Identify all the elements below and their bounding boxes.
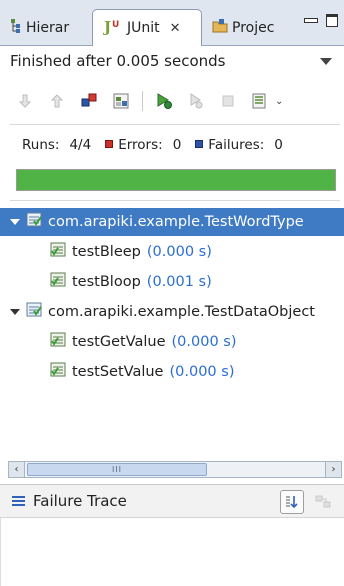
tree-suite-row[interactable]: com.arapiki.example.TestWordType bbox=[0, 208, 344, 236]
svg-text:U: U bbox=[112, 20, 119, 30]
progress-bar bbox=[16, 169, 336, 191]
failures-label: Failures: bbox=[208, 137, 265, 153]
chevron-down-icon[interactable]: ⌄ bbox=[275, 96, 283, 107]
window-controls bbox=[304, 14, 338, 27]
test-case-icon bbox=[50, 272, 68, 292]
test-name: testGetValue bbox=[72, 334, 166, 350]
rerun-failed-first-icon[interactable] bbox=[185, 90, 207, 112]
progress-fill bbox=[17, 170, 335, 190]
failure-trace-header: Failure Trace bbox=[0, 484, 344, 518]
suite-name: com.arapiki.example.TestDataObject bbox=[48, 304, 315, 320]
toolbar-separator bbox=[142, 91, 143, 111]
tab-junit-label: JUnit bbox=[127, 20, 160, 36]
test-suite-icon bbox=[26, 302, 44, 322]
test-suite-icon bbox=[26, 212, 44, 232]
expand-twisty-icon[interactable] bbox=[10, 309, 20, 315]
stop-icon[interactable] bbox=[217, 90, 239, 112]
test-counters: Runs: 4/4 Errors: 0 Failures: 0 bbox=[22, 137, 283, 153]
junit-toolbar: ⌄ bbox=[14, 88, 283, 114]
history-icon[interactable] bbox=[249, 90, 271, 112]
scroll-lock-icon[interactable] bbox=[110, 90, 132, 112]
hierarchy-icon bbox=[10, 18, 22, 38]
tree-test-row[interactable]: testSetValue (0.000 s) bbox=[0, 358, 344, 386]
tree-test-row[interactable]: testGetValue (0.000 s) bbox=[0, 328, 344, 356]
failure-trace-title: Failure Trace bbox=[33, 492, 127, 510]
scroll-left-icon[interactable]: ‹ bbox=[9, 462, 25, 477]
test-time: (0.001 s) bbox=[146, 274, 212, 290]
suite-name: com.arapiki.example.TestWordType bbox=[48, 214, 304, 230]
tree-test-row[interactable]: testBleep (0.000 s) bbox=[0, 238, 344, 266]
list-icon bbox=[12, 494, 25, 508]
test-case-icon bbox=[50, 242, 68, 262]
test-case-icon bbox=[50, 362, 68, 382]
errors-label: Errors: bbox=[118, 137, 163, 153]
test-name: testBleep bbox=[72, 244, 141, 260]
tree-suite-row[interactable]: com.arapiki.example.TestDataObject bbox=[0, 298, 344, 326]
tab-project-label: Projec bbox=[232, 20, 275, 36]
runs-label: Runs: bbox=[22, 137, 60, 153]
tab-hierarchy[interactable]: Hierar bbox=[0, 10, 92, 46]
minimize-icon[interactable] bbox=[304, 14, 318, 26]
runs-value: 4/4 bbox=[69, 137, 92, 153]
errors-value: 0 bbox=[172, 137, 182, 153]
expand-twisty-icon[interactable] bbox=[10, 219, 20, 225]
failures-value: 0 bbox=[274, 137, 283, 153]
status-message: Finished after 0.005 seconds bbox=[10, 52, 226, 70]
test-name: testSetValue bbox=[72, 364, 164, 380]
junit-icon: J U bbox=[102, 17, 123, 39]
divider bbox=[10, 124, 340, 125]
divider bbox=[10, 200, 340, 201]
test-case-icon bbox=[50, 332, 68, 352]
show-failures-only-icon[interactable] bbox=[78, 90, 100, 112]
view-tab-bar: Hierar J U JUnit ✕ Projec bbox=[0, 0, 344, 46]
rerun-icon[interactable] bbox=[153, 90, 175, 112]
view-menu-icon[interactable] bbox=[320, 58, 332, 65]
tab-junit[interactable]: J U JUnit ✕ bbox=[92, 9, 202, 46]
test-time: (0.000 s) bbox=[169, 364, 235, 380]
error-badge-icon bbox=[105, 140, 114, 148]
test-tree: com.arapiki.example.TestWordType testBle… bbox=[0, 208, 344, 460]
scroll-right-icon[interactable]: › bbox=[325, 462, 341, 477]
maximize-icon[interactable] bbox=[326, 14, 338, 27]
compare-icon[interactable] bbox=[312, 491, 334, 513]
tab-hierarchy-label: Hierar bbox=[26, 20, 70, 36]
package-icon bbox=[212, 18, 228, 38]
filter-stack-icon[interactable] bbox=[280, 490, 304, 514]
test-time: (0.000 s) bbox=[171, 334, 237, 350]
svg-text:J: J bbox=[103, 18, 111, 35]
previous-failure-icon[interactable] bbox=[46, 90, 68, 112]
test-name: testBloop bbox=[72, 274, 141, 290]
close-icon[interactable]: ✕ bbox=[170, 21, 181, 36]
tab-project-explorer[interactable]: Projec bbox=[202, 10, 294, 46]
horizontal-scrollbar[interactable]: ‹ III › bbox=[8, 461, 342, 478]
tree-test-row[interactable]: testBloop (0.001 s) bbox=[0, 268, 344, 296]
failure-badge-icon bbox=[195, 140, 204, 148]
next-failure-icon[interactable] bbox=[14, 90, 36, 112]
test-time: (0.000 s) bbox=[146, 244, 212, 260]
failure-trace-content bbox=[0, 518, 344, 586]
scrollbar-thumb[interactable]: III bbox=[27, 463, 207, 476]
